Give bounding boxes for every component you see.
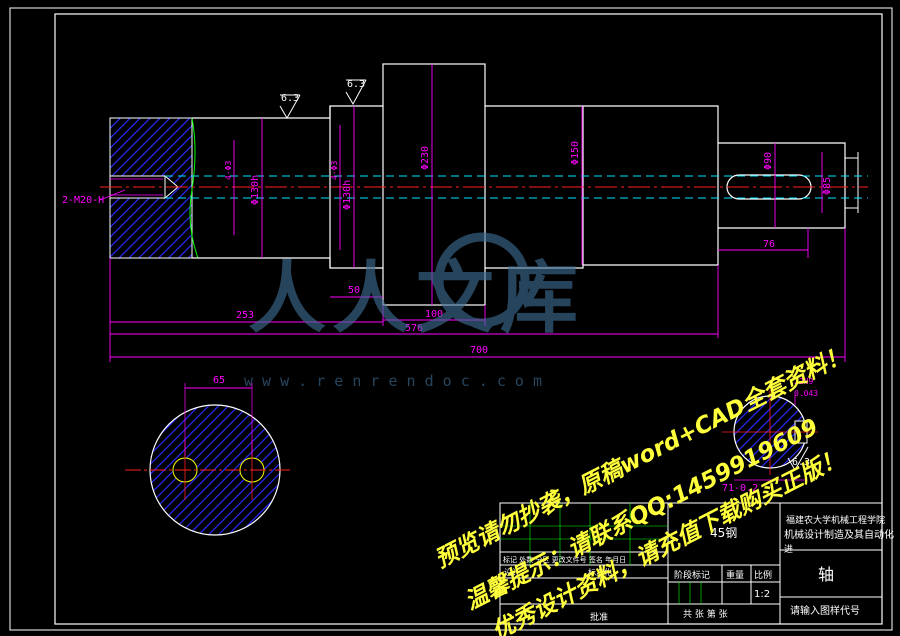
- tb-part-name: 轴: [818, 565, 834, 584]
- tb-scale-label: 比例: [754, 569, 772, 581]
- tb-stage-label: 阶段标记: [674, 569, 710, 581]
- tb-weight-label: 重量: [726, 569, 744, 581]
- tb-scale-value: 1:2: [754, 589, 770, 600]
- cad-drawing-canvas: 2-M20-H Φ130h 4-Φ3 Φ130h 4-Φ3 Φ230 Φ150 …: [9, 7, 894, 636]
- dim-text-130-left: Φ130h: [250, 175, 261, 205]
- dim-text-130-mid: Φ130h: [342, 180, 353, 210]
- watermark-url: w w w . r e n r e n d o c . c o m: [244, 372, 542, 390]
- roughness-value-2: 6.3: [347, 79, 365, 90]
- dim-text-150: Φ150: [570, 141, 581, 165]
- tb-sheet-text: 共 张 第 张: [683, 608, 728, 620]
- end-view-dim-text-65: 65: [213, 375, 225, 386]
- dim-text-sm-left: 4-Φ3: [224, 161, 233, 180]
- tb-institution-2: 机械设计制造及其自动化: [784, 528, 894, 541]
- dim-text-sm-mid: 4-Φ3: [330, 161, 339, 180]
- end-view: 65: [125, 375, 290, 536]
- dim-text-230: Φ230: [420, 146, 431, 170]
- dim-text-m20: 2-M20-H: [62, 195, 104, 206]
- roughness-value-1: 6.3: [281, 93, 299, 104]
- watermark-logo-text: 人人文库: [248, 254, 584, 344]
- tb-institution-3: 进: [784, 544, 793, 555]
- dim-text-90: Φ90: [763, 152, 774, 170]
- watermark-logo: 人人文库 w w w . r e n r e n d o c . c o m: [244, 232, 584, 390]
- tb-drawing-no: 请输入图样代号: [790, 604, 860, 617]
- dim-text-700: 700: [470, 345, 488, 356]
- tb-institution-1: 福建农大学机械工程学院: [786, 514, 885, 526]
- dim-text-76: 76: [763, 239, 775, 250]
- dim-text-85: Φ85: [822, 177, 833, 195]
- tb-approve-label: 批准: [590, 611, 608, 623]
